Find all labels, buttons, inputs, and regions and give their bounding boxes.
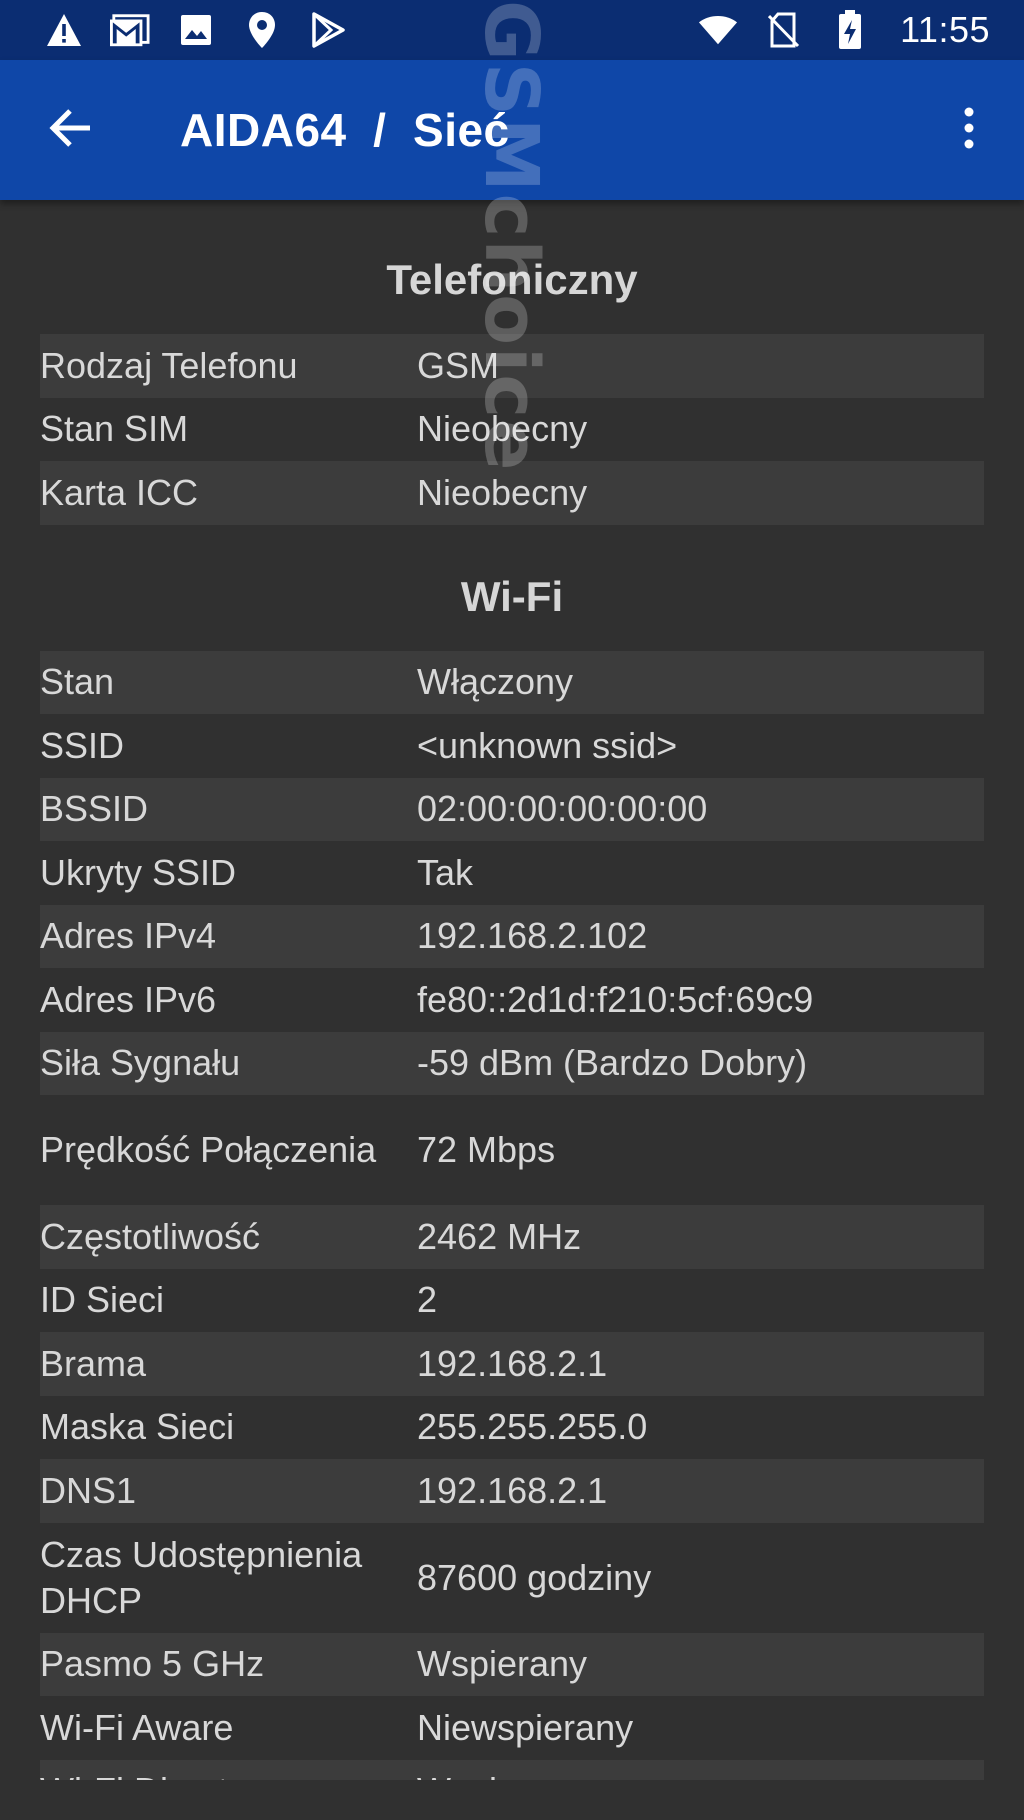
status-bar-system: 11:55 [698,9,990,51]
row-key: Brama [40,1342,147,1384]
table-row: Stan Włączony [40,650,984,714]
row-value: -59 dBm (Bardzo Dobry) [417,1042,808,1084]
info-list[interactable]: Telefoniczny Rodzaj Telefonu GSM Stan SI… [40,200,984,1780]
table-row: Siła Sygnału -59 dBm (Bardzo Dobry) [40,1031,984,1095]
row-value: 2 [417,1279,438,1321]
row-key: Adres IPv4 [40,915,217,957]
table-row: Czas Udostępnienia DHCP 87600 godziny [40,1523,984,1633]
row-value: 2462 MHz [417,1215,582,1257]
section-title-wifi: Wi-Fi [460,572,564,620]
status-bar: 11:55 [0,0,1024,60]
table-row: Karta ICC Nieobecny [40,461,984,525]
section-title-telephony: Telefoniczny [386,256,638,303]
row-key: ID Sieci [40,1279,165,1321]
row-value: 192.168.2.1 [417,1342,608,1384]
table-row: Wi-Fi Aware Niewspierany [40,1696,984,1760]
row-key: Częstotliwość [40,1215,261,1257]
row-value: fe80::2d1d:f210:5cf:69c9 [417,978,814,1020]
row-key: Wi-Fi Direct [40,1768,417,1780]
play-store-icon [308,10,348,50]
row-key: Adres IPv6 [40,978,217,1020]
more-vert-icon [963,107,975,154]
row-key: Stan SIM [40,408,189,450]
row-value: 192.168.2.1 [417,1469,608,1511]
row-value: Nieobecny [417,408,588,450]
table-row: DNS1 192.168.2.1 [40,1459,984,1523]
warning-icon [44,10,84,50]
row-value: Wspierany [417,1768,984,1780]
row-key: Maska Sieci [40,1406,235,1448]
row-value: Tak [417,851,474,893]
row-key: Pasmo 5 GHz [40,1643,265,1685]
row-value: 02:00:00:00:00:00 [417,788,708,830]
table-row: Adres IPv4 192.168.2.102 [40,904,984,968]
table-row: Brama 192.168.2.1 [40,1332,984,1396]
row-key: Karta ICC [40,471,199,513]
gmail-icon [110,10,150,50]
row-value: 87600 godziny [417,1556,652,1598]
row-value: Włączony [417,661,574,703]
row-key: Ukryty SSID [40,851,237,893]
table-row: Maska Sieci 255.255.255.0 [40,1396,984,1460]
row-value: GSM [417,344,500,386]
row-value: Nieobecny [417,471,588,513]
row-value: <unknown ssid> [417,724,678,766]
row-key: Rodzaj Telefonu [40,344,298,386]
row-key: BSSID [40,788,149,830]
table-row: Prędkość Połączenia 72 Mbps [40,1095,984,1205]
table-row: Częstotliwość 2462 MHz [40,1205,984,1269]
row-key: DNS1 [40,1469,137,1511]
arrow-back-icon [48,108,92,153]
wifi-icon [698,10,738,50]
row-key: Stan [40,661,115,703]
overflow-menu-button[interactable] [914,60,1024,200]
status-time: 11:55 [900,9,990,50]
table-row: Ukryty SSID Tak [40,841,984,905]
row-key: Prędkość Połączenia [40,1129,377,1170]
row-value: Wspierany [417,1643,588,1685]
location-icon [242,10,282,50]
row-value: 255.255.255.0 [417,1406,648,1448]
table-row: Rodzaj Telefonu GSM [40,334,984,398]
image-icon [176,10,216,50]
row-value: 192.168.2.102 [417,915,648,957]
row-key: Wi-Fi Aware [40,1706,234,1748]
table-row: ID Sieci 2 [40,1269,984,1333]
status-bar-notifications [44,10,348,50]
row-key: Siła Sygnału [40,1042,241,1084]
battery-charging-icon [830,10,870,50]
no-sim-icon [764,10,804,50]
row-value: 72 Mbps [417,1129,556,1170]
back-button[interactable] [0,60,140,200]
table-row: Pasmo 5 GHz Wspierany [40,1632,984,1696]
list-bottom-edge [0,1780,1024,1820]
table-row: Wi-Fi Direct Wspierany [40,1759,984,1780]
row-key: SSID [40,724,125,766]
table-row: Adres IPv6 fe80::2d1d:f210:5cf:69c9 [40,968,984,1032]
app-bar: AIDA64 / Sieć [0,60,1024,200]
table-row: SSID <unknown ssid> [40,714,984,778]
page-title: AIDA64 / Sieć [180,104,510,156]
table-row: BSSID 02:00:00:00:00:00 [40,777,984,841]
table-row: Stan SIM Nieobecny [40,398,984,462]
row-value: Niewspierany [417,1706,634,1748]
row-key: Czas Udostępnienia DHCP [40,1533,363,1621]
